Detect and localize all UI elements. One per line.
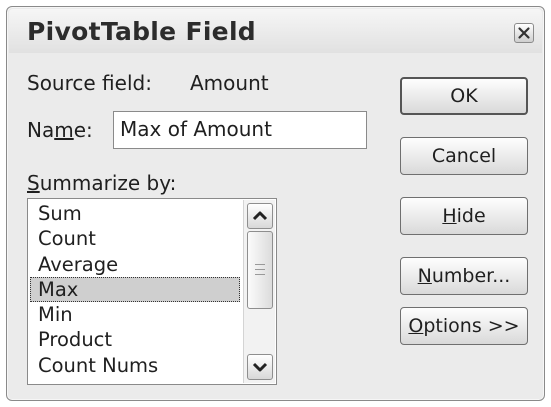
list-item-average[interactable]: Average	[30, 252, 240, 277]
summarize-by-label: Summarize by:	[27, 171, 177, 195]
source-field-value: Amount	[190, 71, 269, 95]
name-label: Name:	[27, 118, 93, 142]
source-field-label: Source field:	[27, 71, 152, 95]
name-field[interactable]: Max of Amount	[113, 111, 367, 149]
chevron-down-icon	[252, 362, 268, 372]
list-item-sum[interactable]: Sum	[30, 201, 240, 226]
title-bar[interactable]: PivotTable Field	[9, 9, 542, 53]
hide-button[interactable]: Hide	[400, 197, 528, 235]
close-icon	[518, 27, 530, 39]
options-button[interactable]: Options >>	[400, 307, 528, 345]
ok-button[interactable]: OK	[400, 77, 528, 115]
dialog-title: PivotTable Field	[27, 17, 257, 46]
options-mnemonic: O	[408, 315, 424, 337]
list-item-count-nums[interactable]: Count Nums	[30, 353, 240, 378]
list-item-max[interactable]: Max	[30, 276, 240, 303]
list-scrollbar[interactable]	[243, 200, 275, 383]
grip-icon	[255, 264, 265, 275]
summarize-by-list[interactable]: Sum Count Average Max Min Product Count …	[27, 198, 277, 385]
scroll-up-button[interactable]	[247, 203, 273, 229]
number-mnemonic: N	[417, 265, 432, 287]
list-item-count[interactable]: Count	[30, 226, 240, 251]
scroll-down-button[interactable]	[247, 354, 273, 380]
summarize-by-mnemonic: S	[27, 171, 40, 195]
close-button[interactable]	[514, 23, 534, 43]
list-item-product[interactable]: Product	[30, 327, 240, 352]
scroll-thumb[interactable]	[247, 231, 273, 309]
pivottable-field-dialog: PivotTable Field Source field: Amount Na…	[6, 6, 545, 401]
cancel-button[interactable]: Cancel	[400, 137, 528, 175]
chevron-up-icon	[252, 211, 268, 221]
name-label-mnemonic: m	[54, 118, 74, 142]
list-item-min[interactable]: Min	[30, 302, 240, 327]
hide-mnemonic: H	[442, 205, 457, 227]
number-button[interactable]: Number...	[400, 257, 528, 295]
